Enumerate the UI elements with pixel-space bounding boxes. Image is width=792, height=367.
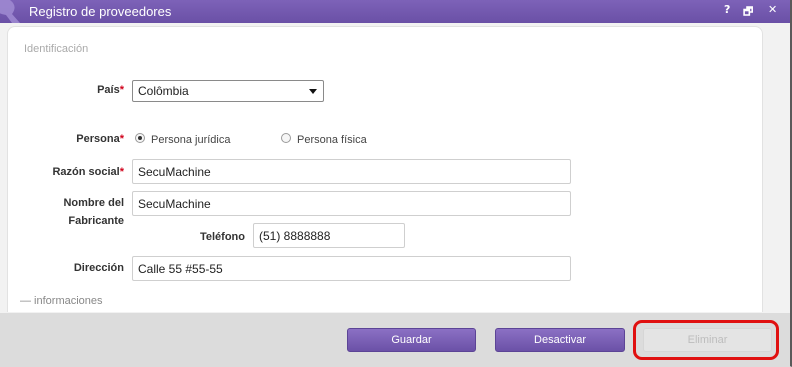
- country-select-value: Colômbia: [138, 84, 189, 98]
- radio-natural-person[interactable]: [281, 133, 291, 143]
- manufacturer-name-label-line2: Fabricante: [68, 215, 124, 227]
- close-window-button[interactable]: ✕: [768, 3, 777, 16]
- country-label: País*: [60, 84, 124, 96]
- required-mark: *: [119, 84, 124, 96]
- address-label: Dirección: [73, 262, 124, 274]
- required-mark: *: [119, 133, 124, 145]
- company-name-label-text: Razón social: [52, 166, 120, 178]
- delete-button-highlight: [633, 320, 779, 360]
- company-name-input[interactable]: [132, 159, 571, 184]
- title-bar: Registro de proveedores ? 🗗 ✕: [0, 0, 790, 23]
- manufacturer-name-input[interactable]: [132, 191, 571, 216]
- app-logo-icon: [0, 0, 20, 23]
- supplier-registration-window: Registro de proveedores ? 🗗 ✕ Identifica…: [0, 0, 792, 367]
- required-mark: *: [119, 166, 124, 178]
- radio-legal-person-label[interactable]: Persona jurídica: [151, 134, 231, 146]
- radio-natural-person-label[interactable]: Persona física: [297, 134, 367, 146]
- person-type-label-text: Persona: [76, 133, 120, 145]
- person-type-label: Persona*: [40, 133, 124, 145]
- phone-input[interactable]: [253, 223, 405, 248]
- country-select[interactable]: Colômbia: [132, 80, 324, 102]
- help-button[interactable]: ?: [724, 3, 730, 16]
- address-input[interactable]: [132, 256, 571, 281]
- manufacturer-name-label-line1: Nombre del: [63, 197, 124, 209]
- country-label-text: País: [97, 84, 120, 96]
- dropdown-arrow-icon: [309, 89, 317, 94]
- deactivate-button[interactable]: Desactivar: [495, 328, 625, 352]
- save-button[interactable]: Guardar: [347, 328, 476, 352]
- window-title: Registro de proveedores: [29, 4, 172, 19]
- section-legend: Identificación: [16, 43, 97, 55]
- company-name-label: Razón social*: [20, 166, 124, 178]
- restore-window-button[interactable]: 🗗: [743, 3, 753, 22]
- phone-label: Teléfono: [199, 231, 245, 243]
- radio-legal-person[interactable]: [135, 133, 145, 143]
- informaciones-section-toggle[interactable]: — informaciones: [20, 295, 103, 307]
